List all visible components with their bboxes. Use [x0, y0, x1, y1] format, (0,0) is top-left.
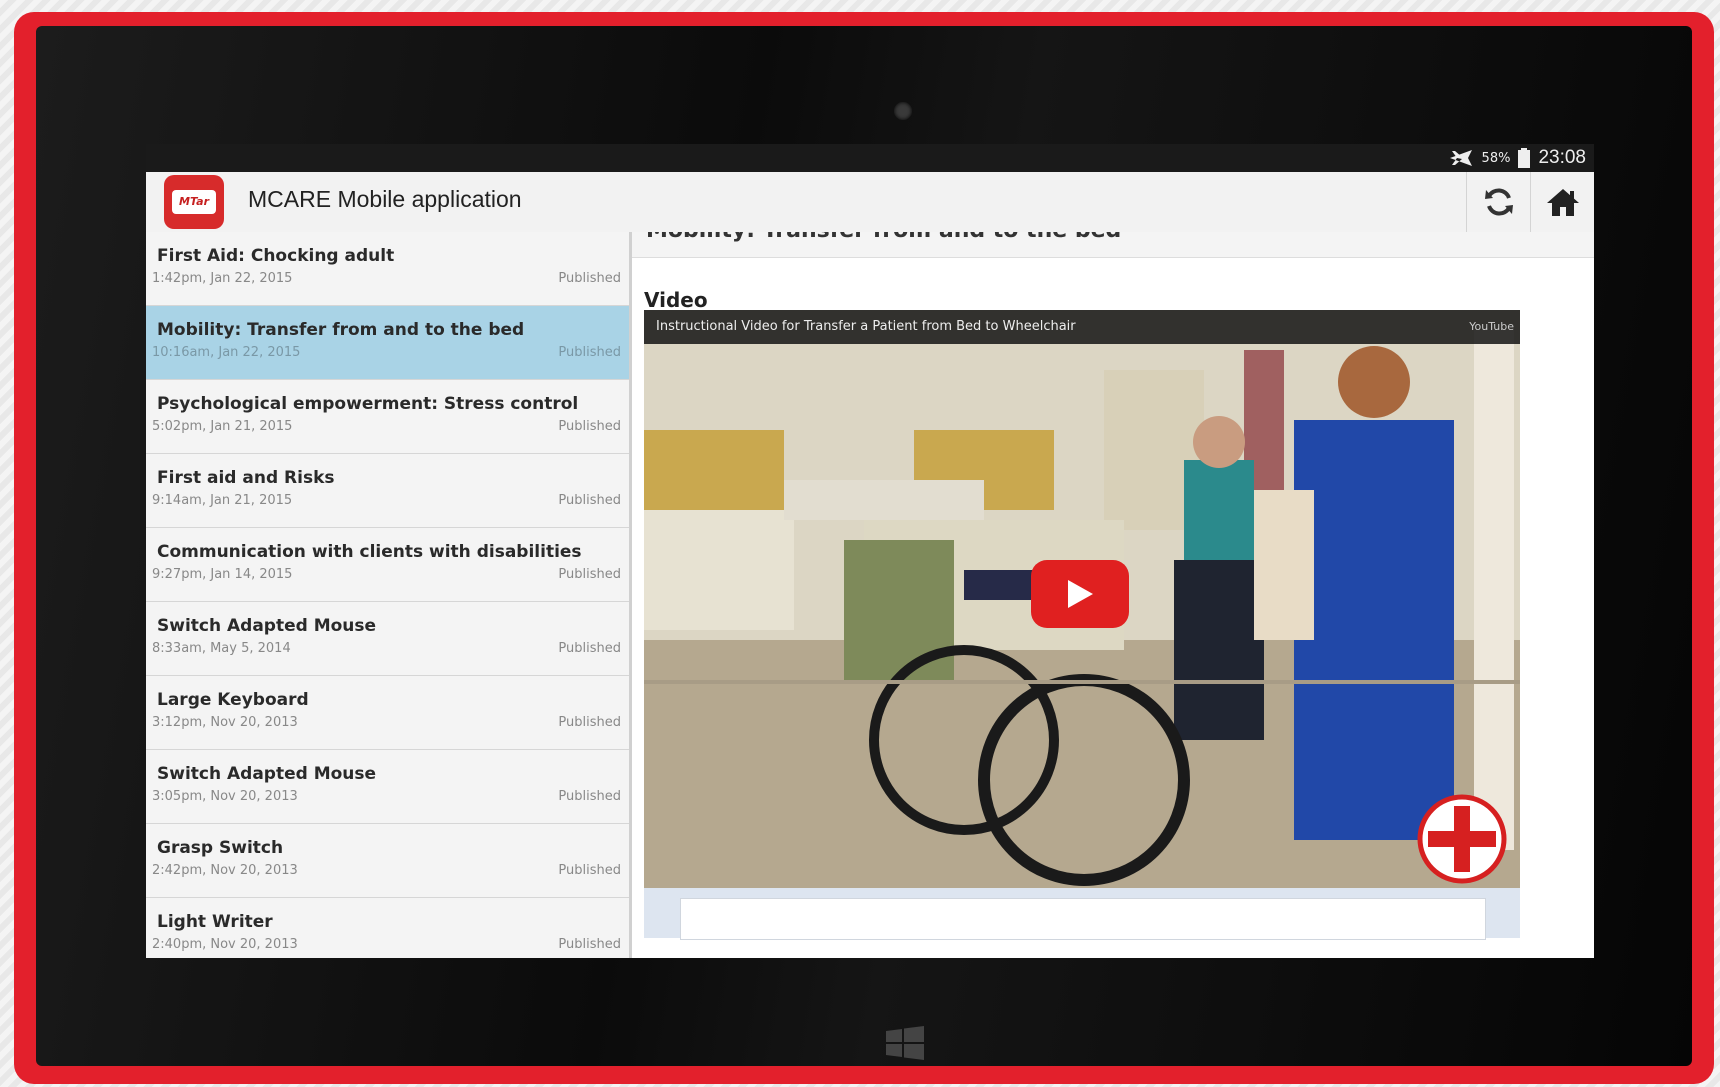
list-item-status: Published: [558, 345, 621, 360]
list-item-title: Psychological empowerment: Stress contro…: [157, 394, 579, 414]
app-logo[interactable]: MTar: [164, 175, 224, 229]
list-item[interactable]: Large Keyboard 3:12pm, Nov 20, 2013 Publ…: [146, 676, 629, 750]
list-item[interactable]: Communication with clients with disabili…: [146, 528, 629, 602]
list-item-title: Light Writer: [157, 912, 273, 932]
refresh-icon: [1485, 188, 1513, 216]
list-item-title: Large Keyboard: [157, 690, 309, 710]
description-box: [680, 898, 1486, 940]
list-item-status: Published: [558, 567, 621, 582]
home-button[interactable]: [1530, 172, 1594, 232]
list-item[interactable]: Grasp Switch 2:42pm, Nov 20, 2013 Publis…: [146, 824, 629, 898]
list-item-date: 3:05pm, Nov 20, 2013: [152, 789, 298, 804]
list-item-date: 9:14am, Jan 21, 2015: [152, 493, 293, 508]
list-item-status: Published: [558, 493, 621, 508]
list-item-date: 3:12pm, Nov 20, 2013: [152, 715, 298, 730]
list-item-title: Mobility: Transfer from and to the bed: [157, 320, 525, 340]
list-item-status: Published: [558, 863, 621, 878]
list-item-date: 9:27pm, Jan 14, 2015: [152, 567, 293, 582]
video-provider-label: YouTube: [1469, 320, 1514, 333]
list-item-date: 2:42pm, Nov 20, 2013: [152, 863, 298, 878]
app-logo-text: MTar: [172, 190, 216, 214]
refresh-button[interactable]: [1466, 172, 1531, 232]
list-item-date: 1:42pm, Jan 22, 2015: [152, 271, 293, 286]
list-item-status: Published: [558, 271, 621, 286]
app-bar: MTar MCARE Mobile application: [146, 172, 1594, 233]
play-icon: [1068, 580, 1093, 608]
article-title: Mobility: Transfer from and to the bed: [632, 232, 1594, 258]
play-button[interactable]: [1031, 560, 1129, 628]
list-item-title: Switch Adapted Mouse: [157, 616, 377, 636]
battery-percent: 58%: [1481, 150, 1511, 166]
list-item-date: 2:40pm, Nov 20, 2013: [152, 937, 298, 952]
list-item[interactable]: Light Writer 2:40pm, Nov 20, 2013 Publis…: [146, 898, 629, 958]
list-item[interactable]: Switch Adapted Mouse 3:05pm, Nov 20, 201…: [146, 750, 629, 824]
clock: 23:08: [1538, 147, 1586, 168]
list-item-date: 5:02pm, Jan 21, 2015: [152, 419, 293, 434]
battery-icon: [1518, 148, 1531, 168]
video-title-bar: Instructional Video for Transfer a Patie…: [644, 310, 1520, 344]
video-section-label: Video: [644, 288, 708, 312]
list-item[interactable]: Psychological empowerment: Stress contro…: [146, 380, 629, 454]
list-item[interactable]: First aid and Risks 9:14am, Jan 21, 2015…: [146, 454, 629, 528]
channel-logo-icon: [1417, 794, 1507, 884]
windows-logo-icon[interactable]: [886, 1026, 924, 1060]
airplane-icon: [1449, 150, 1472, 166]
list-item-status: Published: [558, 715, 621, 730]
device-screen: 58% 23:08 MTar MCARE Mobile application: [146, 144, 1594, 958]
list-item-date: 10:16am, Jan 22, 2015: [152, 345, 301, 360]
list-item-date: 8:33am, May 5, 2014: [152, 641, 291, 656]
list-item-selected[interactable]: Mobility: Transfer from and to the bed 1…: [146, 306, 629, 380]
article-list: First Aid: Chocking adult 1:42pm, Jan 22…: [146, 232, 632, 958]
detail-pane: Mobility: Transfer from and to the bed V…: [632, 232, 1594, 958]
list-item-title: Communication with clients with disabili…: [157, 542, 582, 562]
video-player[interactable]: Instructional Video for Transfer a Patie…: [644, 310, 1520, 888]
list-item[interactable]: First Aid: Chocking adult 1:42pm, Jan 22…: [146, 232, 629, 306]
list-item-title: First aid and Risks: [157, 468, 335, 488]
camera-icon: [894, 102, 912, 120]
home-icon: [1547, 189, 1579, 216]
list-item-title: First Aid: Chocking adult: [157, 246, 395, 266]
list-item[interactable]: Switch Adapted Mouse 8:33am, May 5, 2014…: [146, 602, 629, 676]
list-item-title: Switch Adapted Mouse: [157, 764, 377, 784]
list-item-title: Grasp Switch: [157, 838, 284, 858]
list-item-status: Published: [558, 419, 621, 434]
status-bar: 58% 23:08: [146, 144, 1594, 172]
list-item-status: Published: [558, 641, 621, 656]
player-footer: [644, 888, 1520, 940]
list-item-status: Published: [558, 937, 621, 952]
app-title: MCARE Mobile application: [248, 186, 522, 212]
video-title: Instructional Video for Transfer a Patie…: [656, 319, 1076, 334]
list-item-status: Published: [558, 789, 621, 804]
